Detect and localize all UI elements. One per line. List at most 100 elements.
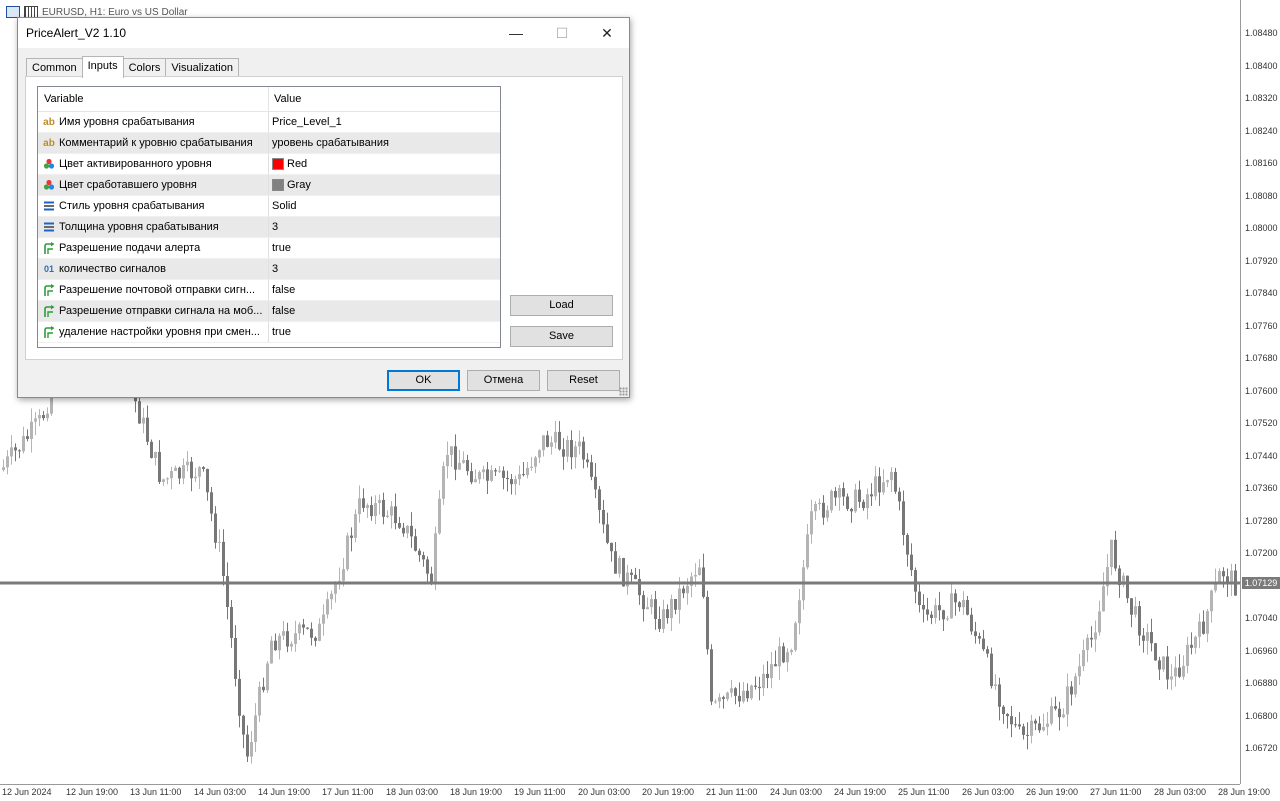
candle-body (306, 627, 309, 629)
value-cell[interactable]: false (269, 301, 500, 321)
candle-body (906, 535, 909, 555)
input-row[interactable]: Стиль уровня срабатывания Solid (38, 196, 500, 217)
variable-cell: Разрешение подачи алерта (38, 238, 269, 258)
tab-colors[interactable]: Colors (122, 58, 167, 77)
tab-visualization[interactable]: Visualization (165, 58, 239, 77)
time-tick-label: 26 Jun 03:00 (962, 787, 1015, 797)
candle-body (762, 673, 765, 689)
candle-body (466, 460, 469, 472)
candle-body (34, 418, 37, 422)
variable-name: Разрешение подачи алерта (59, 242, 201, 254)
cancel-button[interactable]: Отмена (467, 370, 540, 391)
text-type-icon: ab (43, 137, 55, 149)
dialog-titlebar[interactable]: PriceAlert_V2 1.10 — ☐ ✕ (18, 18, 629, 48)
time-axis[interactable]: 12 Jun 2024 12 Jun 19:00 13 Jun 11:00 14 Ju… (0, 784, 1270, 801)
resize-grip-icon[interactable] (619, 387, 628, 396)
value-cell[interactable]: false (269, 280, 500, 300)
value-cell[interactable]: Price_Level_1 (269, 112, 500, 132)
candle-body (478, 472, 481, 480)
inputs-grid[interactable]: Variable Value ab Имя уровня срабатывания… (37, 86, 501, 348)
candle-body (894, 471, 897, 492)
reset-button[interactable]: Reset (547, 370, 620, 391)
candle-body (646, 607, 649, 610)
candle-body (662, 609, 665, 629)
variable-name: Разрешение отправки сигнала на моб... (59, 305, 263, 317)
tab-common[interactable]: Common (26, 58, 83, 77)
time-tick-label: 27 Jun 11:00 (1090, 787, 1142, 797)
candle-body (858, 489, 861, 502)
value-text: 3 (272, 263, 279, 275)
value-cell[interactable]: Red (269, 154, 500, 174)
close-button[interactable]: ✕ (584, 18, 630, 48)
input-row[interactable]: Цвет активированного уровня Red (38, 154, 500, 175)
input-row[interactable]: 01 количество сигналов 3 (38, 259, 500, 280)
tab-inputs[interactable]: Inputs (81, 56, 124, 78)
candle-body (834, 490, 837, 498)
candle-body (406, 525, 409, 534)
candle-body (258, 686, 261, 716)
candle-body (734, 688, 737, 696)
ok-button[interactable]: OK (387, 370, 460, 391)
candle-body (250, 742, 253, 757)
candle-body (826, 510, 829, 518)
input-row[interactable]: ab Имя уровня срабатывания Price_Level_1 (38, 112, 500, 133)
candle-body (462, 460, 465, 463)
candle-body (570, 439, 573, 458)
candle-body (1070, 686, 1073, 695)
candle-body (666, 609, 669, 619)
value-cell[interactable]: Solid (269, 196, 500, 216)
candle-body (394, 506, 397, 524)
time-tick-label: 24 Jun 03:00 (770, 787, 823, 797)
current-price-badge: 1.07129 (1242, 577, 1280, 589)
candle-body (998, 684, 1001, 707)
candle-body (810, 511, 813, 535)
input-row[interactable]: Толщина уровня срабатывания 3 (38, 217, 500, 238)
candle-body (514, 479, 517, 485)
maximize-button[interactable]: ☐ (539, 18, 585, 48)
candle-body (202, 467, 205, 469)
input-row[interactable]: ab Комментарий к уровню срабатывания урове… (38, 133, 500, 154)
candle-body (442, 466, 445, 499)
value-cell[interactable]: уровень срабатывания (269, 133, 500, 153)
price-tick-label: 1.07200 (1245, 548, 1278, 558)
column-header-variable[interactable]: Variable (38, 87, 269, 111)
value-cell[interactable]: true (269, 322, 500, 342)
candle-body (166, 478, 169, 480)
save-button[interactable]: Save (510, 326, 613, 347)
dialog-tabs: Common Inputs Colors Visualization (26, 56, 239, 78)
input-row[interactable]: Разрешение отправки сигнала на моб... fal… (38, 301, 500, 322)
value-text: false (272, 284, 296, 296)
variable-name: Цвет активированного уровня (59, 158, 212, 170)
chart-symbol-title: EURUSD, H1: Euro vs US Dollar (42, 6, 188, 18)
value-cell[interactable]: 3 (269, 217, 500, 237)
candle-body (474, 479, 477, 483)
load-button[interactable]: Load (510, 295, 613, 316)
candle-body (1018, 724, 1021, 727)
candle-body (710, 649, 713, 702)
price-tick-label: 1.08160 (1245, 158, 1278, 168)
candle-body (362, 498, 365, 508)
input-row[interactable]: удаление настройки уровня при смен... tru… (38, 322, 500, 343)
candle-body (746, 690, 749, 699)
candle-body (1230, 570, 1233, 584)
price-tick-label: 1.06960 (1245, 646, 1278, 656)
column-header-value[interactable]: Value (269, 87, 500, 111)
candle-body (830, 490, 833, 511)
candle-body (850, 508, 853, 512)
input-row[interactable]: Разрешение почтовой отправки сигн... fals… (38, 280, 500, 301)
boolean-type-icon (42, 325, 56, 339)
candle-body (150, 441, 153, 458)
candle-body (518, 474, 521, 480)
candle-body (206, 468, 209, 493)
candle-body (262, 686, 265, 691)
value-text: false (272, 305, 296, 317)
input-row[interactable]: Разрешение подачи алерта true (38, 238, 500, 259)
boolean-type-icon (42, 304, 56, 318)
value-cell[interactable]: 3 (269, 259, 500, 279)
minimize-button[interactable]: — (493, 18, 539, 48)
price-axis[interactable]: 1.07129 1.08480 1.08400 1.08320 1.08240 1.08… (1240, 0, 1280, 784)
value-cell[interactable]: true (269, 238, 500, 258)
value-cell[interactable]: Gray (269, 175, 500, 195)
text-type-icon: ab (43, 116, 55, 128)
input-row[interactable]: Цвет сработавшего уровня Gray (38, 175, 500, 196)
